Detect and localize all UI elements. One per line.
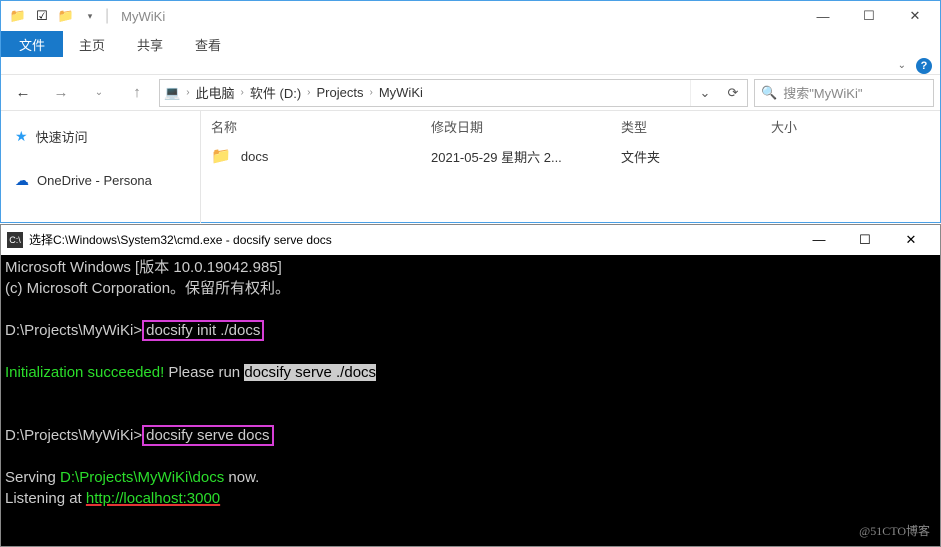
col-type[interactable]: 类型 [621, 117, 771, 136]
file-list: 名称 修改日期 类型 大小 📁docs 2021-05-29 星期六 2... … [201, 111, 940, 223]
chevron-right-icon: › [237, 87, 248, 98]
col-date[interactable]: 修改日期 [431, 117, 621, 136]
crumb-drive[interactable]: 软件 (D:) [250, 83, 301, 102]
col-name[interactable]: 名称 [211, 117, 431, 136]
up-button[interactable]: ↑ [121, 79, 153, 107]
search-input[interactable]: 🔍 搜索"MyWiKi" [754, 79, 934, 107]
cell-type: 文件夹 [621, 147, 771, 166]
qat-dropdown-icon[interactable]: ▾ [79, 5, 101, 27]
search-icon: 🔍 [761, 85, 777, 101]
tab-file[interactable]: 文件 [1, 31, 63, 57]
line: (c) Microsoft Corporation。保留所有权利。 [5, 280, 290, 297]
chevron-right-icon: › [182, 87, 193, 98]
crumb-pc[interactable]: 此电脑 [196, 83, 235, 102]
tab-share[interactable]: 共享 [121, 31, 179, 57]
star-icon: ★ [15, 128, 28, 145]
line: Microsoft Windows [版本 10.0.19042.985] [5, 259, 282, 276]
cloud-icon: ☁ [15, 172, 29, 189]
url-link[interactable]: http://localhost:3000 [86, 490, 220, 507]
sidebar-item-label: 快速访问 [36, 127, 88, 146]
watermark: @51CTO博客 [859, 523, 930, 540]
line: Please run [164, 364, 244, 381]
tab-view[interactable]: 查看 [179, 31, 237, 57]
cmd-title: 选择C:\Windows\System32\cmd.exe - docsify … [29, 232, 332, 249]
folder-small-icon[interactable]: 📁 [55, 5, 77, 27]
crumb-mywiki[interactable]: MyWiKi [379, 85, 423, 100]
search-placeholder: 搜索"MyWiKi" [783, 83, 862, 102]
ribbon-toolbar: ⌄ ? [1, 57, 940, 75]
cmd-icon: C:\ [7, 232, 23, 248]
cell-name: 📁docs [211, 146, 431, 166]
forward-button[interactable]: → [45, 79, 77, 107]
folder-icon: 📁 [7, 5, 29, 27]
window-controls: — ☐ ✕ [796, 225, 934, 255]
line: Serving [5, 469, 60, 486]
address-bar[interactable]: 💻 › 此电脑 › 软件 (D:) › Projects › MyWiKi ⌄ … [159, 79, 748, 107]
close-button[interactable]: ✕ [892, 1, 938, 31]
explorer-content: ★ 快速访问 ☁ OneDrive - Persona 名称 修改日期 类型 大… [1, 111, 940, 223]
chevron-right-icon: › [365, 87, 376, 98]
ribbon-tabs: 文件 主页 共享 查看 [1, 31, 940, 57]
folder-icon: 📁 [211, 148, 231, 165]
minimize-button[interactable]: — [796, 225, 842, 255]
highlighted-text: docsify serve ./docs [244, 364, 376, 381]
cell-date: 2021-05-29 星期六 2... [431, 147, 621, 166]
sidebar-item-label: OneDrive - Persona [37, 173, 152, 188]
table-row[interactable]: 📁docs 2021-05-29 星期六 2... 文件夹 [201, 142, 940, 170]
success-text: Initialization succeeded! [5, 364, 164, 381]
breadcrumb: 💻 › 此电脑 › 软件 (D:) › Projects › MyWiKi [160, 83, 690, 102]
crumb-projects[interactable]: Projects [317, 85, 364, 100]
cmd-titlebar: C:\ 选择C:\Windows\System32\cmd.exe - docs… [1, 225, 940, 255]
line: Listening at [5, 490, 86, 507]
close-button[interactable]: ✕ [888, 225, 934, 255]
prompt: D:\Projects\MyWiKi> [5, 427, 142, 444]
refresh-button[interactable]: ⟳ [719, 80, 747, 106]
window-controls: — ☐ ✕ [800, 1, 938, 31]
explorer-titlebar: 📁 ☑ 📁 ▾ | MyWiKi — ☐ ✕ [1, 1, 940, 31]
maximize-button[interactable]: ☐ [846, 1, 892, 31]
quick-access-toolbar: 📁 ☑ 📁 ▾ [3, 5, 105, 27]
pc-icon: 💻 [164, 85, 180, 101]
sidebar-item-onedrive[interactable]: ☁ OneDrive - Persona [1, 166, 200, 195]
line: now. [224, 469, 259, 486]
checkbox-icon[interactable]: ☑ [31, 5, 53, 27]
collapse-ribbon-icon[interactable]: ⌄ [898, 60, 906, 71]
cmd-window: C:\ 选择C:\Windows\System32\cmd.exe - docs… [0, 224, 941, 547]
col-size[interactable]: 大小 [771, 117, 871, 136]
navigation-bar: ← → ⌄ ↑ 💻 › 此电脑 › 软件 (D:) › Projects › M… [1, 75, 940, 111]
back-button[interactable]: ← [7, 79, 39, 107]
chevron-right-icon: › [303, 87, 314, 98]
help-icon[interactable]: ? [916, 58, 932, 74]
terminal-output[interactable]: Microsoft Windows [版本 10.0.19042.985] (c… [1, 255, 940, 511]
prompt: D:\Projects\MyWiKi> [5, 322, 142, 339]
tab-home[interactable]: 主页 [63, 31, 121, 57]
highlighted-command: docsify init ./docs [142, 320, 264, 341]
sidebar-item-quick-access[interactable]: ★ 快速访问 [1, 121, 200, 152]
address-controls: ⌄ ⟳ [690, 80, 747, 106]
highlighted-command: docsify serve docs [142, 425, 273, 446]
address-dropdown-icon[interactable]: ⌄ [691, 80, 719, 106]
window-title: MyWiKi [109, 9, 165, 24]
minimize-button[interactable]: — [800, 1, 846, 31]
column-headers: 名称 修改日期 类型 大小 [201, 111, 940, 142]
nav-pane: ★ 快速访问 ☁ OneDrive - Persona [1, 111, 201, 223]
path-text: D:\Projects\MyWiKi\docs [60, 469, 224, 486]
maximize-button[interactable]: ☐ [842, 225, 888, 255]
file-explorer-window: 📁 ☑ 📁 ▾ | MyWiKi — ☐ ✕ 文件 主页 共享 查看 ⌄ ? ←… [0, 0, 941, 223]
recent-dropdown[interactable]: ⌄ [83, 79, 115, 107]
